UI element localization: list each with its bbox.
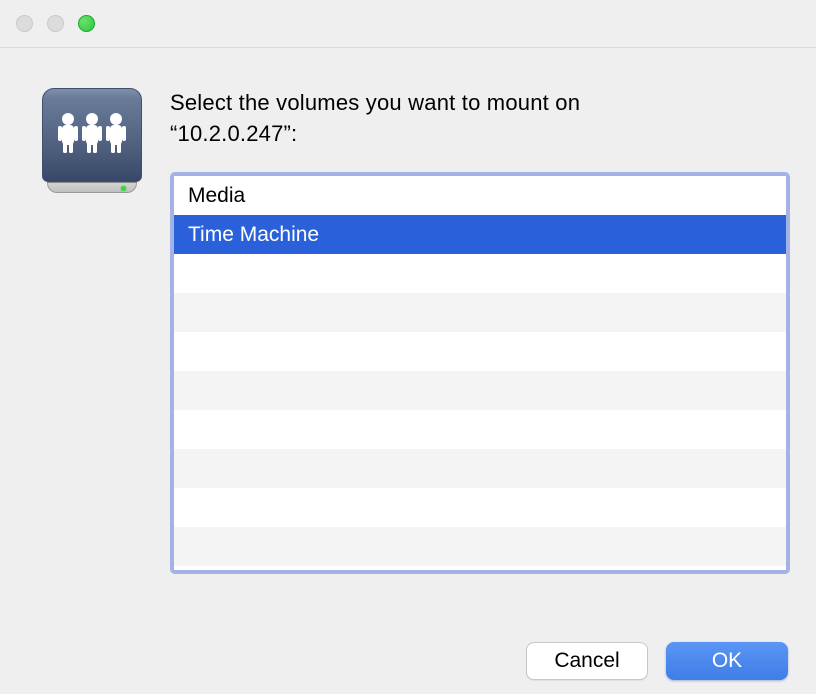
volume-row: [174, 527, 786, 566]
prompt-line2: “10.2.0.247”:: [170, 121, 297, 146]
volume-row: [174, 488, 786, 527]
volume-row[interactable]: Media: [174, 176, 786, 215]
cancel-button[interactable]: Cancel: [526, 642, 648, 680]
zoom-window-button[interactable]: [78, 15, 95, 32]
window-controls: [16, 15, 95, 32]
volume-row: [174, 293, 786, 332]
volume-listbox[interactable]: MediaTime Machine: [170, 172, 790, 574]
network-volume-icon: [40, 88, 144, 574]
close-window-button: [16, 15, 33, 32]
volume-row: [174, 449, 786, 488]
volume-row: [174, 371, 786, 410]
people-icon: [56, 111, 128, 159]
dialog-content: Select the volumes you want to mount on …: [0, 48, 816, 574]
prompt-text: Select the volumes you want to mount on …: [170, 88, 790, 150]
minimize-window-button: [47, 15, 64, 32]
prompt-line1: Select the volumes you want to mount on: [170, 90, 580, 115]
ok-button[interactable]: OK: [666, 642, 788, 680]
volume-row: [174, 254, 786, 293]
volume-row: [174, 410, 786, 449]
volume-row: [174, 332, 786, 371]
titlebar: [0, 0, 816, 48]
button-row: Cancel OK: [526, 642, 788, 680]
volume-row[interactable]: Time Machine: [174, 215, 786, 254]
